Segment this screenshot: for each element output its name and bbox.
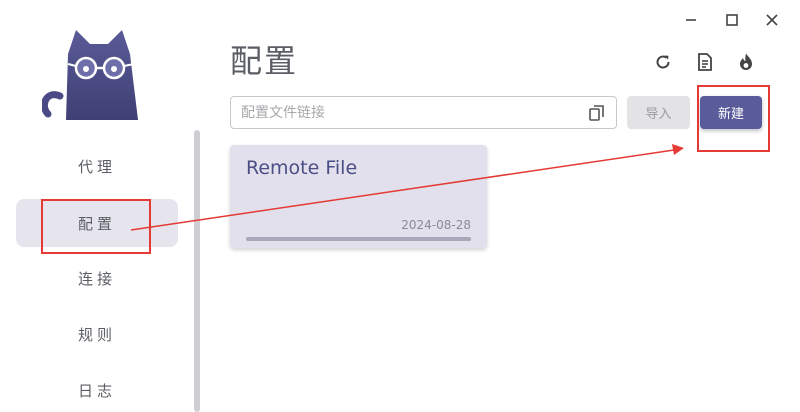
annotation-box-create	[697, 85, 770, 152]
log-icon[interactable]	[693, 50, 717, 74]
sidebar-item-label: 代理	[77, 157, 116, 176]
maximize-icon[interactable]	[722, 10, 742, 30]
sidebar-item-label: 连接	[77, 269, 116, 288]
sidebar-item-label: 日志	[77, 381, 116, 400]
page-title: 配置	[230, 42, 299, 80]
minimize-icon[interactable]	[681, 10, 701, 30]
annotation-box-profiles	[41, 199, 151, 254]
profile-card[interactable]: Remote File 2024-08-28	[230, 145, 487, 248]
profile-name: Remote File	[246, 157, 358, 179]
profile-url-input[interactable]	[241, 104, 581, 121]
app-window: 代理 配置 连接 规则 日志 配置 导入 新建 Remote File 2024…	[0, 0, 800, 412]
close-icon[interactable]	[762, 10, 782, 30]
sidebar-item-connections[interactable]: 连接	[16, 254, 178, 302]
fire-icon[interactable]	[734, 50, 758, 74]
sidebar-item-label: 规则	[77, 325, 116, 344]
sidebar-scrollbar[interactable]	[194, 130, 200, 412]
profile-date: 2024-08-28	[401, 218, 471, 232]
paste-icon[interactable]	[588, 104, 606, 122]
import-button[interactable]: 导入	[627, 96, 690, 129]
profile-progress-fill	[246, 237, 471, 241]
sidebar-item-proxy[interactable]: 代理	[16, 142, 178, 190]
sidebar-item-rules[interactable]: 规则	[16, 310, 178, 358]
app-logo	[42, 30, 138, 120]
profile-url-field[interactable]	[230, 96, 617, 129]
sidebar-item-logs[interactable]: 日志	[16, 366, 178, 412]
profile-progress-bar	[246, 237, 471, 241]
reload-icon[interactable]	[651, 50, 675, 74]
